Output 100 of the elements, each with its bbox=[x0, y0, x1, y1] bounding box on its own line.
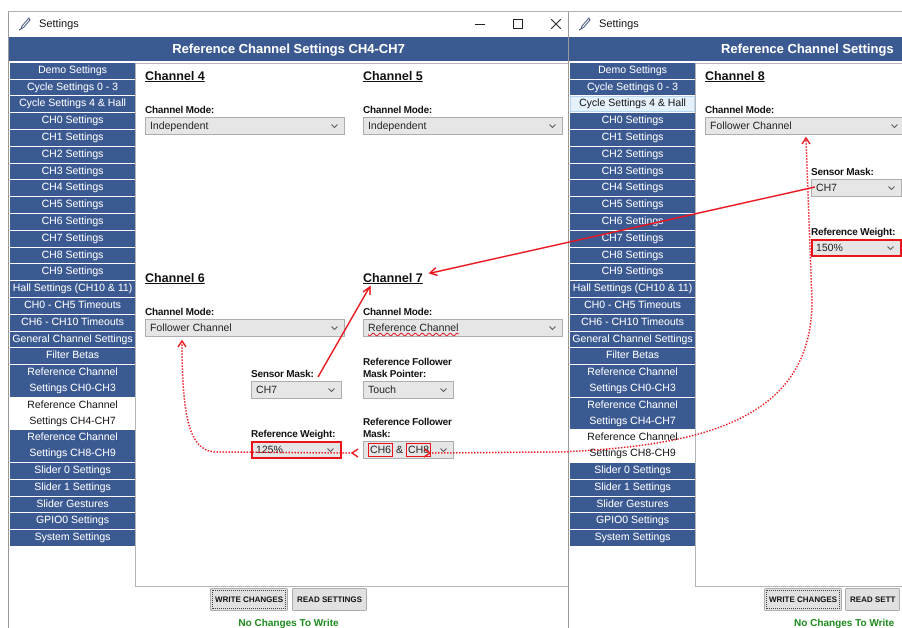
dropdown[interactable]: Follower Channel bbox=[145, 318, 345, 337]
dropdown[interactable]: Independent bbox=[145, 116, 345, 135]
sidebar-item[interactable]: System Settings bbox=[10, 530, 135, 546]
field-label: Sensor Mask: bbox=[811, 166, 874, 179]
sidebar-item[interactable]: Filter Betas bbox=[10, 348, 135, 364]
sidebar-item[interactable]: CH0 Settings bbox=[570, 113, 695, 129]
sidebar-item[interactable]: CH5 Settings bbox=[10, 197, 135, 213]
field-label: Channel Mode: bbox=[145, 104, 214, 117]
status-message: No Changes To Write bbox=[238, 618, 339, 628]
action-button[interactable]: WRITE CHANGES bbox=[764, 588, 842, 611]
dropdown[interactable]: CH7 bbox=[811, 178, 902, 197]
dropdown[interactable]: Touch bbox=[363, 380, 454, 399]
window-title: Settings bbox=[599, 18, 639, 30]
chevron-icon bbox=[331, 124, 338, 128]
mask-value: CH6 bbox=[368, 442, 394, 457]
dropdown[interactable]: 150% bbox=[811, 238, 902, 257]
sidebar-item[interactable]: Filter Betas bbox=[570, 348, 695, 364]
sidebar-item[interactable]: CH4 Settings bbox=[10, 180, 135, 196]
channel-heading: Channel 5 bbox=[363, 68, 423, 84]
sidebar-item[interactable]: System Settings bbox=[570, 530, 695, 546]
sidebar-item[interactable]: CH6 Settings bbox=[10, 214, 135, 230]
chevron-icon bbox=[440, 388, 447, 392]
sidebar-item[interactable]: General Channel Settings bbox=[570, 332, 695, 348]
sidebar-item[interactable]: CH3 Settings bbox=[570, 164, 695, 180]
chevron-icon bbox=[888, 186, 895, 190]
sidebar-item[interactable]: CH8 Settings bbox=[570, 248, 695, 264]
field-label: Reference Follower Mask: bbox=[363, 416, 453, 441]
window-title: Settings bbox=[39, 18, 79, 30]
chevron-icon bbox=[331, 326, 338, 330]
sidebar-item[interactable]: Cycle Settings 0 - 3 bbox=[10, 80, 135, 96]
sidebar-item[interactable]: Reference Channel Settings CH4-CH7 bbox=[570, 398, 695, 430]
field-label: Reference Follower Mask Pointer: bbox=[363, 356, 453, 381]
sidebar-item[interactable]: Hall Settings (CH10 & 11) bbox=[570, 281, 695, 297]
pen-icon bbox=[17, 17, 31, 32]
chevron-icon bbox=[891, 124, 898, 128]
field-label: Channel Mode: bbox=[363, 306, 432, 319]
sidebar-item[interactable]: Slider 0 Settings bbox=[10, 462, 135, 479]
dropdown[interactable]: Independent bbox=[363, 116, 563, 135]
sidebar-item[interactable]: CH2 Settings bbox=[570, 146, 695, 163]
sidebar-item[interactable]: Reference Channel Settings CH8-CH9 bbox=[10, 430, 135, 462]
dropdown[interactable]: Follower Channel bbox=[705, 116, 902, 135]
field-label: Reference Weight: bbox=[811, 226, 896, 239]
sidebar-item[interactable]: Cycle Settings 4 & Hall bbox=[10, 96, 135, 112]
sidebar-item[interactable]: CH0 - CH5 Timeouts bbox=[10, 298, 135, 314]
chevron-icon bbox=[549, 124, 556, 128]
field-label: Channel Mode: bbox=[145, 306, 214, 319]
sidebar-item[interactable]: Cycle Settings 4 & Hall bbox=[570, 96, 695, 112]
mask-value: & bbox=[395, 442, 404, 457]
page-header: Reference Channel Settings CH4-CH7 bbox=[9, 36, 568, 61]
sidebar-item[interactable]: CH1 Settings bbox=[10, 130, 135, 146]
sidebar-item[interactable]: CH6 - CH10 Timeouts bbox=[570, 314, 695, 331]
chevron-icon bbox=[328, 388, 335, 392]
field-label: Sensor Mask: bbox=[251, 368, 314, 381]
channel-heading: Channel 6 bbox=[145, 270, 205, 286]
action-button[interactable]: READ SETTINGS bbox=[292, 588, 367, 611]
chevron-icon bbox=[549, 326, 556, 330]
maximize-icon[interactable] bbox=[513, 19, 523, 30]
sidebar-item[interactable]: Reference Channel Settings CH0-CH3 bbox=[570, 365, 695, 397]
sidebar-item[interactable]: CH2 Settings bbox=[10, 146, 135, 163]
sidebar-item[interactable]: CH0 - CH5 Timeouts bbox=[570, 298, 695, 314]
status-message: No Changes To Write bbox=[794, 618, 894, 628]
sidebar-item[interactable]: Slider 1 Settings bbox=[10, 480, 135, 496]
sidebar-item[interactable]: GPIO0 Settings bbox=[10, 513, 135, 530]
sidebar-item[interactable]: Reference Channel Settings CH0-CH3 bbox=[10, 365, 135, 397]
close-icon[interactable] bbox=[551, 19, 561, 30]
sidebar-item[interactable]: CH5 Settings bbox=[570, 197, 695, 213]
sidebar-item[interactable]: Slider 0 Settings bbox=[570, 462, 695, 479]
action-button[interactable]: READ SETT bbox=[845, 588, 900, 611]
sidebar-item[interactable]: CH9 Settings bbox=[570, 264, 695, 280]
sidebar-item[interactable]: CH9 Settings bbox=[10, 264, 135, 280]
mask-value: CH8 bbox=[406, 442, 432, 457]
sidebar-item[interactable]: General Channel Settings bbox=[10, 332, 135, 348]
action-button[interactable]: WRITE CHANGES bbox=[210, 588, 288, 611]
pen-icon bbox=[577, 17, 591, 32]
sidebar-item[interactable]: CH4 Settings bbox=[570, 180, 695, 196]
sidebar-item[interactable]: Slider 1 Settings bbox=[570, 480, 695, 496]
sidebar-item[interactable]: CH6 - CH10 Timeouts bbox=[10, 314, 135, 331]
sidebar-item[interactable]: CH7 Settings bbox=[10, 230, 135, 247]
field-label: Reference Weight: bbox=[251, 428, 336, 441]
sidebar-item[interactable]: Demo Settings bbox=[570, 62, 695, 79]
sidebar-item[interactable]: Cycle Settings 0 - 3 bbox=[570, 80, 695, 96]
sidebar-item[interactable]: CH3 Settings bbox=[10, 164, 135, 180]
sidebar-item[interactable]: Slider Gestures bbox=[570, 496, 695, 512]
sidebar-item[interactable]: Demo Settings bbox=[10, 62, 135, 79]
sidebar-item[interactable]: Hall Settings (CH10 & 11) bbox=[10, 281, 135, 297]
channel-heading: Channel 4 bbox=[145, 68, 205, 84]
dropdown[interactable]: Reference Channel bbox=[363, 318, 563, 337]
sidebar-item[interactable]: CH0 Settings bbox=[10, 113, 135, 129]
dropdown[interactable]: CH7 bbox=[251, 380, 342, 399]
page-header: Reference Channel Settings bbox=[569, 36, 902, 61]
sidebar-item[interactable]: CH1 Settings bbox=[570, 130, 695, 146]
sidebar-item[interactable]: GPIO0 Settings bbox=[570, 513, 695, 530]
sidebar-item[interactable]: CH8 Settings bbox=[10, 248, 135, 264]
field-label: Channel Mode: bbox=[363, 104, 432, 117]
channel-heading: Channel 8 bbox=[705, 68, 765, 84]
sidebar-item[interactable]: Slider Gestures bbox=[10, 496, 135, 512]
field-label: Channel Mode: bbox=[705, 104, 774, 117]
chevron-icon bbox=[327, 448, 334, 452]
chevron-icon bbox=[887, 246, 894, 250]
dropdown[interactable]: CH6 & CH8 bbox=[363, 440, 454, 459]
